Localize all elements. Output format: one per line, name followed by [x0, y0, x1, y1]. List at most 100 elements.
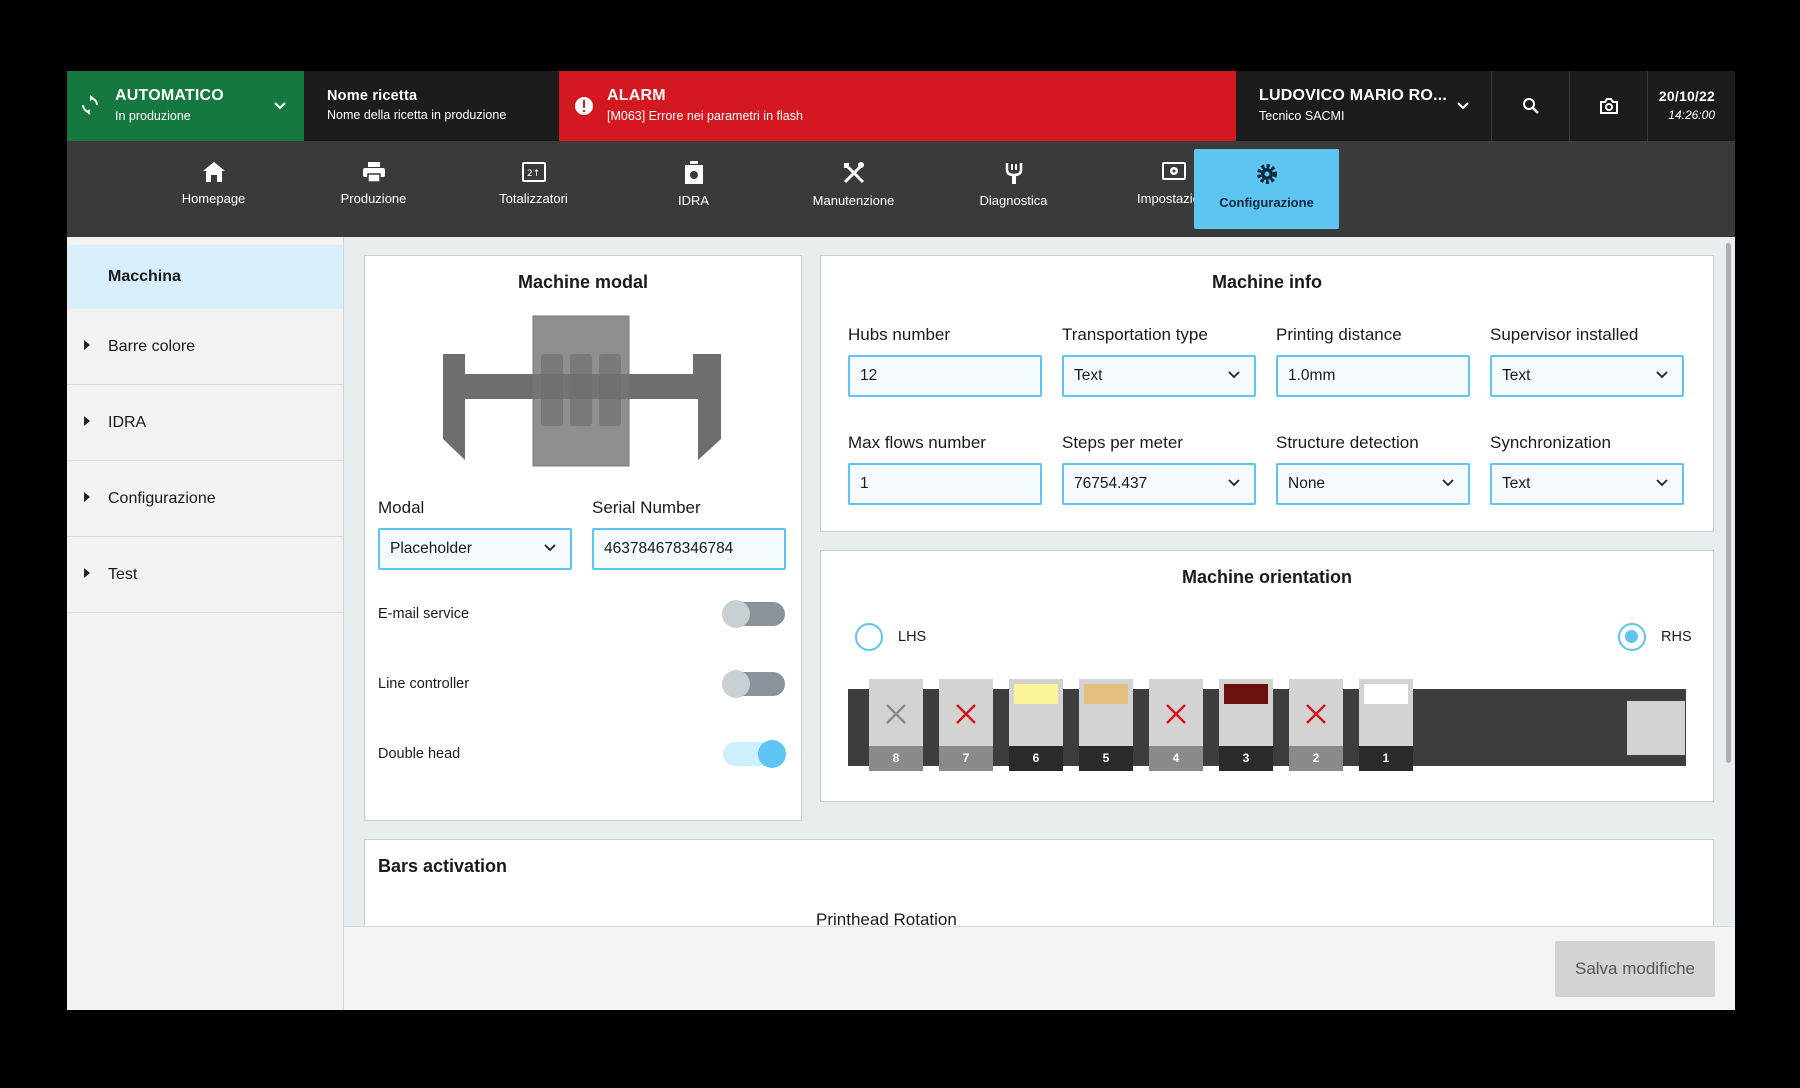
printhead-5[interactable]: 5 [1079, 679, 1133, 771]
card-title: Machine info [1211, 272, 1322, 292]
printhead-2[interactable]: 2 [1289, 679, 1343, 771]
color-swatch [1014, 684, 1058, 704]
disabled-x-icon [886, 704, 906, 724]
nav-label: IDRA [677, 193, 710, 208]
toggle-knob [722, 600, 750, 628]
printhead-3[interactable]: 3 [1219, 679, 1273, 771]
email-service-toggle[interactable] [722, 600, 785, 628]
nav-totalizzatori[interactable]: 2↑ Totalizzatori [461, 141, 606, 237]
field-label: Printing distance [1276, 325, 1402, 344]
scrollbar[interactable] [1726, 243, 1731, 763]
sidebar: Macchina Barre colore IDRA Configurazion… [67, 237, 344, 1010]
card-title: Machine modal [517, 272, 649, 292]
end-block [1627, 701, 1685, 755]
steps-per-meter-select[interactable]: 76754.437 [1062, 463, 1256, 505]
recipe-title: Nome ricetta [327, 88, 418, 104]
main-navigation: Homepage Produzione 2↑ Totalizzatori IDR… [67, 141, 1735, 237]
serial-number-field[interactable]: 463784678346784 [592, 528, 786, 570]
printhead-number: 5 [1079, 746, 1133, 771]
nav-label: Diagnostica [979, 193, 1048, 208]
sidebar-item-test[interactable]: Test [67, 537, 343, 613]
mode-selector[interactable]: AUTOMATICO In produzione [67, 71, 304, 141]
color-swatch [1224, 684, 1268, 704]
machine-orientation-card: Machine orientation LHS RHS 87654321 [820, 550, 1714, 802]
printhead-number: 1 [1359, 746, 1413, 771]
printhead-4[interactable]: 4 [1149, 679, 1203, 771]
field-label: Steps per meter [1062, 433, 1183, 452]
nav-manutenzione[interactable]: Manutenzione [781, 141, 926, 237]
user-role: Tecnico SACMI [1259, 109, 1345, 123]
idra-icon [684, 161, 703, 184]
printing-distance-input[interactable]: 1.0mm [1276, 355, 1470, 397]
rhs-radio[interactable] [1618, 623, 1646, 651]
printhead-number: 2 [1289, 746, 1343, 771]
time-text: 14:26:00 [1668, 108, 1715, 122]
printhead-8[interactable]: 8 [869, 679, 923, 771]
sidebar-item-barre-colore[interactable]: Barre colore [67, 309, 343, 385]
chevron-down-icon [1442, 479, 1454, 487]
printhead-6[interactable]: 6 [1009, 679, 1063, 771]
toggle-knob [758, 740, 786, 768]
recipe-info: Nome ricetta Nome della ricetta in produ… [304, 71, 559, 141]
mode-subtitle: In produzione [115, 109, 191, 123]
refresh-icon [82, 95, 98, 115]
alert-icon [575, 97, 593, 115]
max-flows-number-input[interactable]: 1 [848, 463, 1042, 505]
save-changes-button[interactable]: Salva modifiche [1555, 941, 1715, 997]
tools-icon [843, 162, 864, 184]
sidebar-item-label: Macchina [108, 268, 181, 285]
nav-homepage[interactable]: Homepage [141, 141, 286, 237]
transportation-type-select[interactable]: Text [1062, 355, 1256, 397]
double-head-toggle[interactable] [723, 740, 786, 768]
screenshot-button[interactable] [1569, 71, 1647, 141]
nav-diagnostica[interactable]: Diagnostica [941, 141, 1086, 237]
datetime: 20/10/22 14:26:00 [1647, 71, 1735, 141]
nav-produzione[interactable]: Produzione [301, 141, 446, 237]
home-icon [202, 162, 225, 182]
supervisor-installed-select[interactable]: Text [1490, 355, 1684, 397]
field-value: Text [1502, 367, 1531, 384]
machine-info-card: Machine info Hubs number 12 Transportati… [820, 255, 1714, 532]
chevron-down-icon [1228, 371, 1240, 379]
svg-text:2↑: 2↑ [527, 169, 540, 179]
nav-idra[interactable]: IDRA [621, 141, 766, 237]
sidebar-item-label: Configurazione [108, 489, 216, 507]
sidebar-item-configurazione[interactable]: Configurazione [67, 461, 343, 537]
bars-activation-title: Bars activation [378, 856, 508, 876]
nav-label: Totalizzatori [499, 191, 568, 206]
printhead-number: 6 [1009, 746, 1063, 771]
sidebar-item-label: Test [108, 565, 138, 583]
camera-icon [1599, 98, 1618, 114]
color-swatch [1084, 684, 1128, 704]
printhead-1[interactable]: 1 [1359, 679, 1413, 771]
synchronization-select[interactable]: Text [1490, 463, 1684, 505]
nav-label: Manutenzione [812, 193, 895, 208]
field-label: Structure detection [1276, 433, 1419, 452]
search-button[interactable] [1491, 71, 1569, 141]
field-value: Text [1074, 367, 1103, 384]
nav-label: Configurazione [1219, 195, 1314, 210]
error-x-icon [1166, 704, 1186, 724]
sidebar-item-macchina[interactable]: Macchina [67, 245, 343, 309]
sidebar-item-label: Barre colore [108, 337, 196, 355]
mode-title: AUTOMATICO [115, 87, 224, 104]
caret-right-icon [84, 492, 90, 502]
printhead-7[interactable]: 7 [939, 679, 993, 771]
gear-icon [1256, 164, 1277, 184]
serial-label: Serial Number [592, 498, 701, 517]
modal-select[interactable]: Placeholder [378, 528, 572, 570]
nav-configurazione[interactable]: Configurazione [1194, 149, 1339, 229]
lhs-radio[interactable] [855, 623, 883, 651]
nav-label: Produzione [340, 191, 407, 206]
error-x-icon [1306, 704, 1326, 724]
line-controller-toggle[interactable] [722, 670, 785, 698]
sidebar-item-idra[interactable]: IDRA [67, 385, 343, 461]
hubs-number-input[interactable]: 12 [848, 355, 1042, 397]
alarm-banner[interactable]: ALARM [M063] Errore nei parametri in fla… [559, 71, 1236, 141]
user-menu[interactable]: LUDOVICO MARIO RO... Tecnico SACMI [1236, 71, 1491, 141]
serial-number-value: 463784678346784 [604, 540, 734, 557]
search-icon [1522, 98, 1539, 114]
lhs-label: LHS [898, 629, 927, 645]
field-label: Hubs number [848, 325, 951, 344]
structure-detection-select[interactable]: None [1276, 463, 1470, 505]
